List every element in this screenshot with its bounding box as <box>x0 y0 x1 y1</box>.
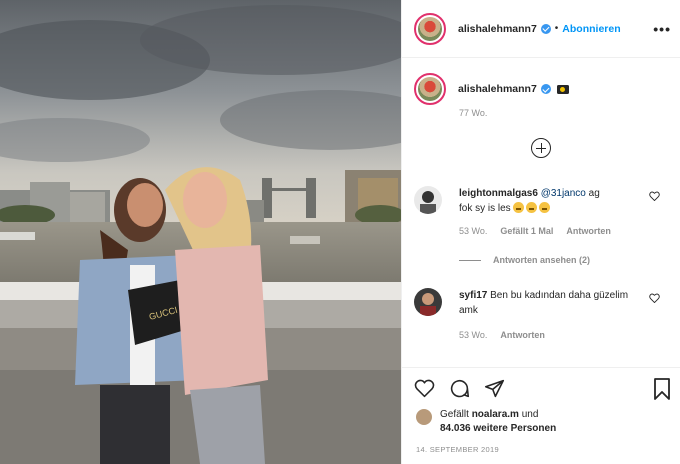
reply-button[interactable]: Antworten <box>500 330 545 340</box>
comment-body-line1: ag <box>588 188 600 199</box>
comment-meta: 53 Wo. Antworten <box>459 330 545 340</box>
comment-username[interactable]: syfi17 <box>459 290 487 301</box>
follow-button[interactable]: Abonnieren <box>562 23 620 35</box>
comment-avatar[interactable] <box>414 186 442 214</box>
post-modal: GUCCI alishalehmann7 • Abonnieren ••• al… <box>0 0 680 464</box>
comment-item: leightonmalgas6 @31janco ag fok sy is le… <box>414 186 674 271</box>
comment-body-line2: fok sy is les <box>459 203 511 214</box>
load-more-comments-icon[interactable] <box>531 138 551 158</box>
save-bookmark-icon[interactable] <box>653 378 671 400</box>
emoji-icon <box>526 202 538 213</box>
comment-avatar[interactable] <box>414 288 442 316</box>
caption-username[interactable]: alishalehmann7 <box>458 83 537 95</box>
post-actions: Gefällt noalara.m und 84.036 weitere Per… <box>402 367 680 464</box>
more-options-icon[interactable]: ••• <box>653 21 671 37</box>
verified-icon <box>540 23 551 34</box>
comment-time: 53 Wo. <box>459 226 488 236</box>
comment-time: 53 Wo. <box>459 330 488 340</box>
caption: alishalehmann7 <box>414 73 569 105</box>
comment-item: syfi17 Ben bu kadından daha güzelim amk … <box>414 288 674 348</box>
replies-line <box>459 259 481 261</box>
post-date[interactable]: 14. SEPTEMBER 2019 <box>416 445 499 454</box>
comment-meta: 53 Wo. Gefällt 1 Mal Antworten <box>459 226 611 236</box>
comment-like-icon[interactable] <box>649 293 660 303</box>
post-sidebar: alishalehmann7 • Abonnieren ••• alishale… <box>401 0 680 464</box>
header-username[interactable]: alishalehmann7 <box>458 23 537 35</box>
likes-summary: Gefällt noalara.m und 84.036 weitere Per… <box>416 408 556 436</box>
comment-username[interactable]: leightonmalgas6 <box>459 188 538 199</box>
emoji-icon <box>513 202 525 213</box>
like-heart-icon[interactable] <box>414 378 435 399</box>
caption-time: 77 Wo. <box>459 108 488 118</box>
comment-likes[interactable]: Gefällt 1 Mal <box>500 226 553 236</box>
camera-emoji-icon <box>556 84 569 94</box>
comment-like-icon[interactable] <box>649 191 660 201</box>
post-photo[interactable]: GUCCI <box>0 0 401 464</box>
comment-text: syfi17 Ben bu kadından daha güzelim amk <box>459 288 644 318</box>
comment-mention[interactable]: @31janco <box>541 188 586 199</box>
likes-count[interactable]: 84.036 weitere Personen <box>440 423 556 434</box>
liker-avatar[interactable] <box>416 409 432 425</box>
header-avatar[interactable] <box>414 12 446 45</box>
liked-by-prefix: Gefällt <box>440 409 469 420</box>
comment-bubble-icon[interactable] <box>449 378 470 399</box>
emoji-icon <box>539 202 551 213</box>
share-plane-icon[interactable] <box>484 378 505 399</box>
reply-button[interactable]: Antworten <box>566 226 611 236</box>
liked-by-user[interactable]: noalara.m <box>472 409 519 420</box>
action-icons <box>414 378 505 399</box>
post-image: GUCCI <box>0 0 401 464</box>
liked-by-and: und <box>521 409 539 420</box>
comment-text: leightonmalgas6 @31janco ag fok sy is le… <box>459 186 644 216</box>
view-replies-button[interactable]: Antworten ansehen (2) <box>459 255 590 265</box>
separator-dot: • <box>554 23 559 34</box>
verified-icon <box>540 84 551 94</box>
comments-section[interactable]: alishalehmann7 77 Wo. leightonmalgas6 @3… <box>402 59 680 367</box>
post-header: alishalehmann7 • Abonnieren ••• <box>402 0 680 58</box>
caption-avatar[interactable] <box>414 73 446 105</box>
